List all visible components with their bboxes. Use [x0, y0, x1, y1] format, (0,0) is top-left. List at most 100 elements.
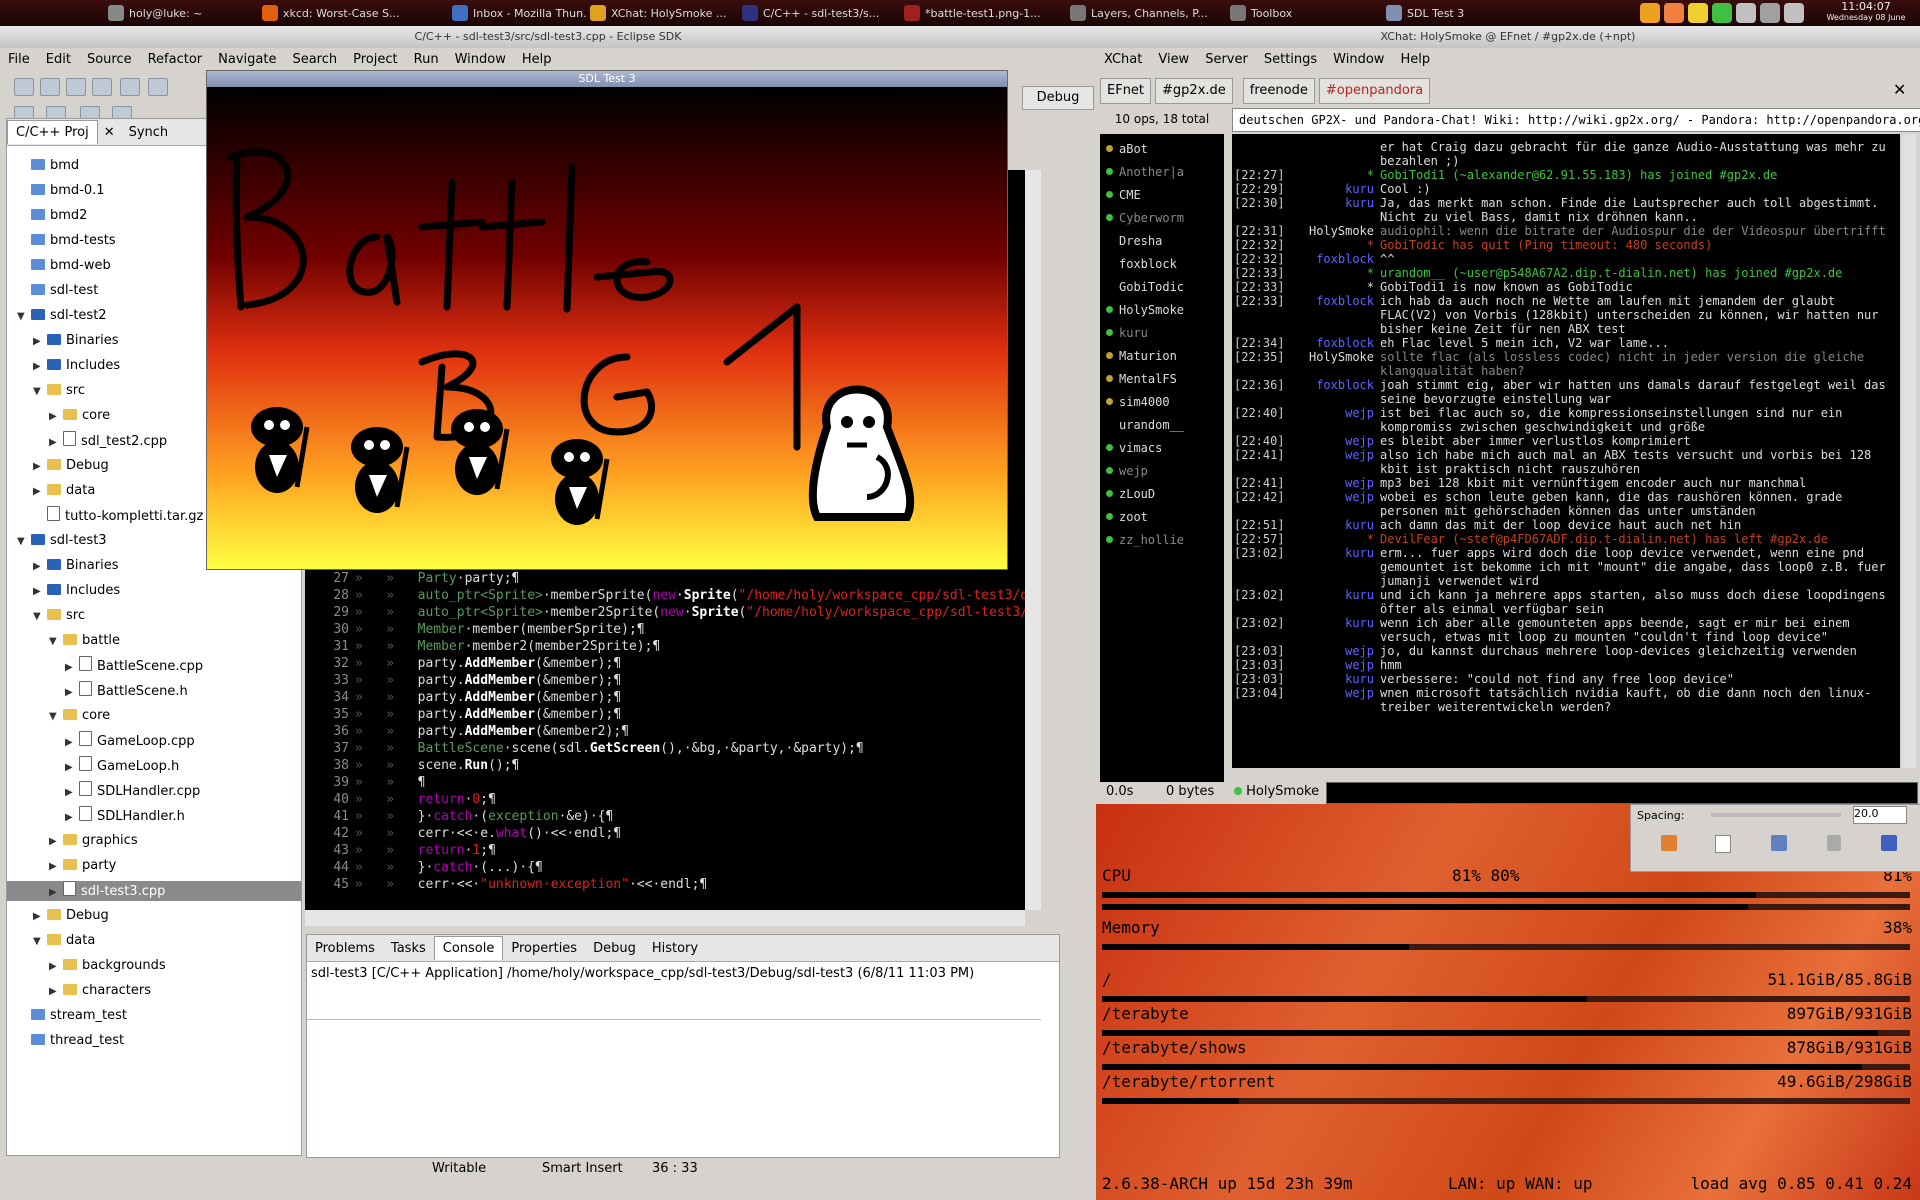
expand-arrow-icon[interactable]: ▶: [33, 357, 47, 377]
user-list-item[interactable]: GobiTodic: [1106, 276, 1184, 299]
expand-arrow-icon[interactable]: ▶: [49, 957, 63, 977]
channel-topic[interactable]: deutschen GP2X- und Pandora-Chat! Wiki: …: [1232, 108, 1920, 132]
expand-arrow-icon[interactable]: ▶: [33, 482, 47, 502]
expand-arrow-icon[interactable]: ▶: [49, 982, 63, 1002]
tree-item[interactable]: ▶ characters: [7, 981, 301, 1001]
channel-tab[interactable]: #gp2x.de: [1155, 78, 1233, 104]
taskbar-item[interactable]: SDL Test 3: [1386, 2, 1506, 24]
user-list-item[interactable]: urandom__: [1106, 414, 1184, 437]
menu-item[interactable]: Edit: [46, 52, 71, 67]
expand-arrow-icon[interactable]: ▼: [33, 382, 47, 402]
editor-hscrollbar[interactable]: [305, 910, 1025, 926]
tree-item[interactable]: ▼ src: [7, 606, 301, 626]
menu-item[interactable]: Navigate: [218, 52, 276, 67]
trash-icon[interactable]: [1827, 835, 1841, 851]
menu-item[interactable]: Window: [455, 52, 506, 67]
sdl-titlebar[interactable]: SDL Test 3: [207, 71, 1007, 87]
tree-item[interactable]: ▶ GameLoop.cpp: [7, 731, 301, 751]
user-list-item[interactable]: zLouD: [1106, 483, 1155, 506]
expand-arrow-icon[interactable]: ▼: [49, 707, 63, 727]
tree-item[interactable]: ▶ backgrounds: [7, 956, 301, 976]
eclipse-titlebar[interactable]: C/C++ - sdl-test3/src/sdl-test3.cpp - Ec…: [0, 26, 1096, 48]
tray-icon[interactable]: [1640, 3, 1660, 23]
sdl-game-canvas[interactable]: [207, 87, 1007, 569]
tab-tasks[interactable]: Tasks: [383, 937, 434, 960]
taskbar-item[interactable]: Toolbox: [1230, 2, 1380, 24]
tray-icon[interactable]: [1760, 3, 1780, 23]
chat-scrollbar[interactable]: [1902, 134, 1916, 768]
menu-item[interactable]: XChat: [1104, 52, 1142, 67]
tree-item[interactable]: ▶ Includes: [7, 581, 301, 601]
user-list-item[interactable]: zz_hollie: [1106, 529, 1184, 552]
menu-item[interactable]: Settings: [1264, 52, 1317, 67]
menu-item[interactable]: File: [8, 52, 30, 67]
nick-button[interactable]: HolySmoke: [1234, 784, 1319, 799]
expand-arrow-icon[interactable]: ▶: [65, 808, 79, 828]
save-icon[interactable]: [40, 78, 60, 96]
channel-tab[interactable]: EFnet: [1100, 78, 1152, 104]
menu-item[interactable]: Source: [87, 52, 132, 67]
xchat-titlebar[interactable]: XChat: HolySmoke @ EFnet / #gp2x.de (+np…: [1096, 26, 1920, 48]
new-document-icon[interactable]: [1715, 835, 1731, 853]
tray-icon[interactable]: [1664, 3, 1684, 23]
expand-arrow-icon[interactable]: ▶: [33, 582, 47, 602]
taskbar-item[interactable]: xkcd: Worst-Case S...: [262, 2, 442, 24]
tray-icon[interactable]: [1688, 3, 1708, 23]
tree-item[interactable]: thread_test: [7, 1031, 301, 1051]
tree-item[interactable]: ▼ data: [7, 931, 301, 951]
expand-arrow-icon[interactable]: ▶: [49, 857, 63, 877]
taskbar-item[interactable]: XChat: HolySmoke ...: [590, 2, 738, 24]
expand-arrow-icon[interactable]: ▼: [17, 307, 31, 327]
duplicate-icon[interactable]: [1771, 835, 1787, 851]
expand-arrow-icon[interactable]: ▶: [49, 832, 63, 852]
channel-tab[interactable]: freenode: [1242, 78, 1315, 104]
menu-item[interactable]: Refactor: [148, 52, 203, 67]
expand-arrow-icon[interactable]: ▶: [33, 457, 47, 477]
tree-item[interactable]: ▶ BattleScene.cpp: [7, 656, 301, 676]
user-list-item[interactable]: Cyberworm: [1106, 207, 1184, 230]
user-list-item[interactable]: foxblock: [1106, 253, 1177, 276]
taskbar-item[interactable]: *battle-test1.png-1...: [904, 2, 1064, 24]
menu-item[interactable]: View: [1158, 52, 1189, 67]
expand-arrow-icon[interactable]: ▶: [33, 907, 47, 927]
user-list-item[interactable]: Dresha: [1106, 230, 1162, 253]
print-icon[interactable]: [92, 78, 112, 96]
tree-item[interactable]: stream_test: [7, 1006, 301, 1026]
taskbar-item[interactable]: holy@luke: ~: [108, 2, 258, 24]
user-list-item[interactable]: Maturion: [1106, 345, 1177, 368]
tray-icon[interactable]: [1736, 3, 1756, 23]
menu-item[interactable]: Run: [414, 52, 439, 67]
user-list-item[interactable]: Another|a: [1106, 161, 1184, 184]
tab-cpp-projects[interactable]: C/C++ Proj: [7, 120, 98, 144]
tree-item[interactable]: ▼ battle: [7, 631, 301, 651]
tab-synchronize[interactable]: Synch: [121, 121, 177, 144]
channel-tab[interactable]: #openpandora: [1318, 78, 1431, 104]
expand-arrow-icon[interactable]: ▼: [49, 632, 63, 652]
expand-arrow-icon[interactable]: ▶: [65, 783, 79, 803]
user-list-item[interactable]: wejp: [1106, 460, 1148, 483]
chat-log[interactable]: er hat Craig dazu gebracht für die ganze…: [1232, 134, 1900, 768]
tree-item[interactable]: ▶ Debug: [7, 906, 301, 926]
expand-arrow-icon[interactable]: ▶: [65, 683, 79, 703]
user-list-item[interactable]: HolySmoke: [1106, 299, 1184, 322]
tree-item[interactable]: ▶ party: [7, 856, 301, 876]
refresh-icon[interactable]: [1881, 835, 1897, 851]
tree-item[interactable]: ▶ GameLoop.h: [7, 756, 301, 776]
tree-item[interactable]: ▶ graphics: [7, 831, 301, 851]
expand-arrow-icon[interactable]: ▶: [49, 883, 63, 903]
tray-icon[interactable]: [1784, 3, 1804, 23]
spacing-slider[interactable]: [1711, 813, 1841, 817]
message-input[interactable]: [1326, 782, 1918, 804]
expand-arrow-icon[interactable]: ▶: [33, 557, 47, 577]
menu-item[interactable]: Search: [292, 52, 337, 67]
tab-properties[interactable]: Properties: [503, 937, 585, 960]
expand-arrow-icon[interactable]: ▶: [65, 733, 79, 753]
user-list-item[interactable]: aBot: [1106, 138, 1148, 161]
tree-item[interactable]: ▶ SDLHandler.h: [7, 806, 301, 826]
spacing-input[interactable]: 20.0: [1853, 806, 1907, 824]
editor-scrollbar[interactable]: [1025, 170, 1041, 910]
user-list-item[interactable]: CME: [1106, 184, 1141, 207]
clock[interactable]: 11:04:07 Wednesday 08 June: [1812, 0, 1920, 26]
close-icon[interactable]: ✕: [98, 125, 121, 140]
expand-arrow-icon[interactable]: ▶: [65, 758, 79, 778]
